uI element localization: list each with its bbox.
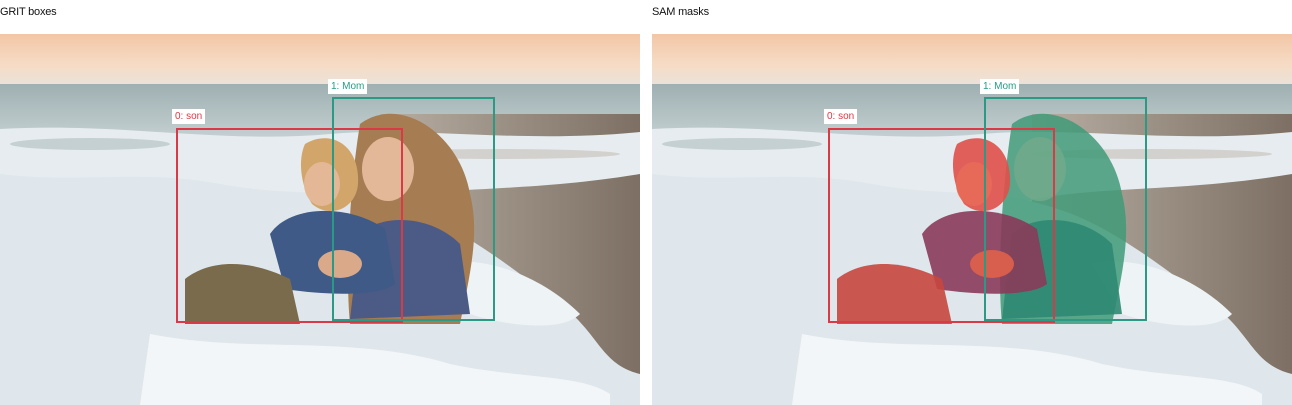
mom-bounding-box <box>984 97 1147 321</box>
panel-title: GRIT boxes <box>0 6 57 18</box>
sam-masks-panel: SAM masks 0: son 1: Mom <box>652 0 1292 405</box>
mom-box-label: 1: Mom <box>980 79 1020 94</box>
mom-box-label: 1: Mom <box>328 79 368 94</box>
son-box-label: 0: son <box>172 109 206 124</box>
panel-title: SAM masks <box>652 6 709 18</box>
mom-bounding-box <box>332 97 495 321</box>
son-box-label: 0: son <box>824 109 858 124</box>
grit-boxes-panel: GRIT boxes 0: son 1: Mom <box>0 0 640 405</box>
